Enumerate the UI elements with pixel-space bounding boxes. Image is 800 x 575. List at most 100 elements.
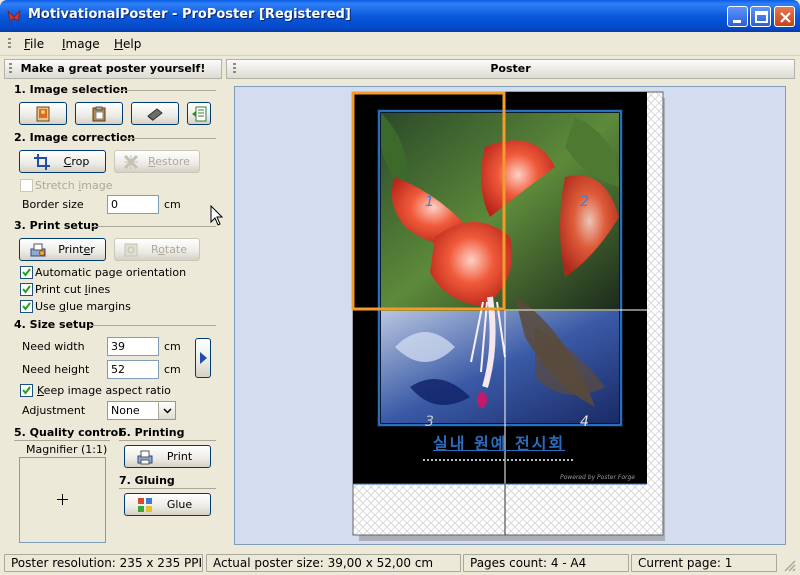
- glue-margins-label: Use glue margins: [35, 300, 131, 313]
- menu-image[interactable]: Image: [62, 37, 100, 51]
- stretch-image-checkbox[interactable]: [20, 179, 33, 192]
- check-icon: [22, 285, 31, 294]
- close-button[interactable]: [774, 6, 795, 27]
- section-divider: [119, 488, 216, 489]
- print-cut-lines-checkbox[interactable]: [20, 283, 33, 296]
- add-image-button[interactable]: [187, 102, 211, 125]
- mouse-cursor-icon: [210, 205, 224, 226]
- left-panel-grip[interactable]: [9, 63, 12, 75]
- page-number-2: 2: [580, 194, 589, 210]
- check-icon: [22, 302, 31, 311]
- add-image-icon: [192, 106, 207, 122]
- poster-preview-area[interactable]: 1 2 3 4 실내 원예 전시회 Powered by Poster Forg…: [234, 86, 786, 545]
- section-divider: [118, 90, 216, 91]
- minimize-icon: [733, 20, 741, 23]
- status-actual-size: Actual poster size: 39,00 x 52,00 cm: [206, 554, 461, 572]
- magnifier-label: Magnifier (1:1): [26, 443, 108, 456]
- keep-aspect-label: Keep image aspect ratio: [37, 384, 171, 397]
- printer-button[interactable]: Printer: [19, 238, 106, 261]
- chevron-down-icon: [163, 408, 172, 414]
- poster-panel-title: Poster: [490, 62, 531, 75]
- dropdown-button[interactable]: [158, 402, 175, 419]
- left-panel-header: Make a great poster yourself!: [4, 59, 222, 79]
- open-image-icon: [36, 106, 50, 122]
- glue-button[interactable]: Glue: [124, 493, 211, 516]
- print-cut-lines-label: Print cut lines: [35, 283, 111, 296]
- poster-panel-header: Poster: [226, 59, 795, 79]
- adjustment-label: Adjustment: [22, 404, 86, 417]
- height-unit: cm: [164, 363, 181, 376]
- border-size-input[interactable]: 0: [107, 195, 159, 214]
- section-print-setup: 3. Print setup: [14, 219, 99, 232]
- resize-grip-icon[interactable]: [782, 558, 796, 572]
- minimize-button[interactable]: [727, 6, 748, 27]
- app-icon: [7, 9, 21, 22]
- status-resolution: Poster resolution: 235 x 235 PPI: [4, 554, 203, 572]
- scan-image-button[interactable]: [131, 102, 179, 125]
- page-number-1: 1: [425, 194, 434, 210]
- arrow-right-icon: [200, 352, 207, 364]
- poster-caption: 실내 원예 전시회: [433, 434, 566, 453]
- maximize-button[interactable]: [750, 6, 771, 27]
- border-size-unit: cm: [164, 198, 181, 211]
- close-icon: [780, 12, 791, 23]
- poster-subtitle-line: [423, 459, 573, 465]
- crop-icon: [34, 154, 50, 170]
- need-height-input[interactable]: 52: [107, 360, 159, 379]
- section-quality-control: 5. Quality control: [14, 426, 122, 439]
- page-number-3: 3: [425, 414, 434, 430]
- poster-photo: [381, 113, 619, 423]
- maximize-icon: [755, 11, 768, 23]
- stretch-image-label: Stretch image: [35, 179, 113, 192]
- status-bar: Poster resolution: 235 x 235 PPI Actual …: [0, 552, 800, 575]
- status-current-page: Current page: 1: [631, 554, 777, 572]
- section-divider: [124, 138, 216, 139]
- keep-aspect-checkbox[interactable]: [20, 384, 33, 397]
- printer-icon: [137, 450, 153, 465]
- auto-orientation-label: Automatic page orientation: [35, 266, 187, 279]
- need-height-label: Need height: [22, 363, 90, 376]
- glue-icon: [138, 498, 152, 512]
- section-size-setup: 4. Size setup: [14, 318, 95, 331]
- poster-canvas: [351, 91, 665, 541]
- page-number-4: 4: [580, 414, 589, 430]
- menu-help[interactable]: Help: [114, 37, 141, 51]
- poster-panel-grip[interactable]: [233, 63, 236, 75]
- poster-footer: Powered by Poster Forge: [560, 474, 635, 481]
- adjustment-value: None: [111, 404, 140, 417]
- need-width-input[interactable]: 39: [107, 337, 159, 356]
- print-button[interactable]: Print: [124, 445, 211, 468]
- section-printing: 6. Printing: [119, 426, 185, 439]
- crosshair-icon: [57, 494, 68, 505]
- section-gluing: 7. Gluing: [119, 474, 175, 487]
- section-divider: [119, 440, 216, 441]
- left-panel-title: Make a great poster yourself!: [20, 62, 206, 75]
- glue-margins-checkbox[interactable]: [20, 300, 33, 313]
- check-icon: [22, 386, 31, 395]
- magnifier-view[interactable]: [19, 457, 106, 543]
- need-width-label: Need width: [22, 340, 85, 353]
- section-divider: [92, 226, 216, 227]
- restore-icon: [123, 154, 139, 170]
- border-size-label: Border size: [22, 198, 84, 211]
- size-arrow-button[interactable]: [195, 338, 211, 378]
- paste-image-button[interactable]: [75, 102, 123, 125]
- rotate-icon: [124, 243, 138, 257]
- printer-setup-icon: [30, 243, 46, 257]
- adjustment-select[interactable]: None: [107, 401, 176, 420]
- section-image-selection: 1. Image selection: [14, 83, 128, 96]
- status-pages-count: Pages count: 4 - A4: [463, 554, 629, 572]
- menu-file[interactable]: File: [24, 37, 44, 51]
- section-divider: [90, 325, 216, 326]
- rotate-button[interactable]: Rotate: [114, 238, 200, 261]
- auto-orientation-checkbox[interactable]: [20, 266, 33, 279]
- section-divider: [14, 440, 110, 441]
- crop-button[interactable]: Crop: [19, 150, 106, 173]
- open-image-button[interactable]: [19, 102, 67, 125]
- title-bar[interactable]: MotivationalPoster - ProPoster [Register…: [0, 0, 800, 32]
- paste-image-icon: [92, 106, 106, 122]
- restore-button[interactable]: Restore: [114, 150, 200, 173]
- menu-bar: File Image Help: [0, 32, 800, 56]
- menu-grip[interactable]: [8, 38, 11, 50]
- section-image-correction: 2. Image correction: [14, 131, 136, 144]
